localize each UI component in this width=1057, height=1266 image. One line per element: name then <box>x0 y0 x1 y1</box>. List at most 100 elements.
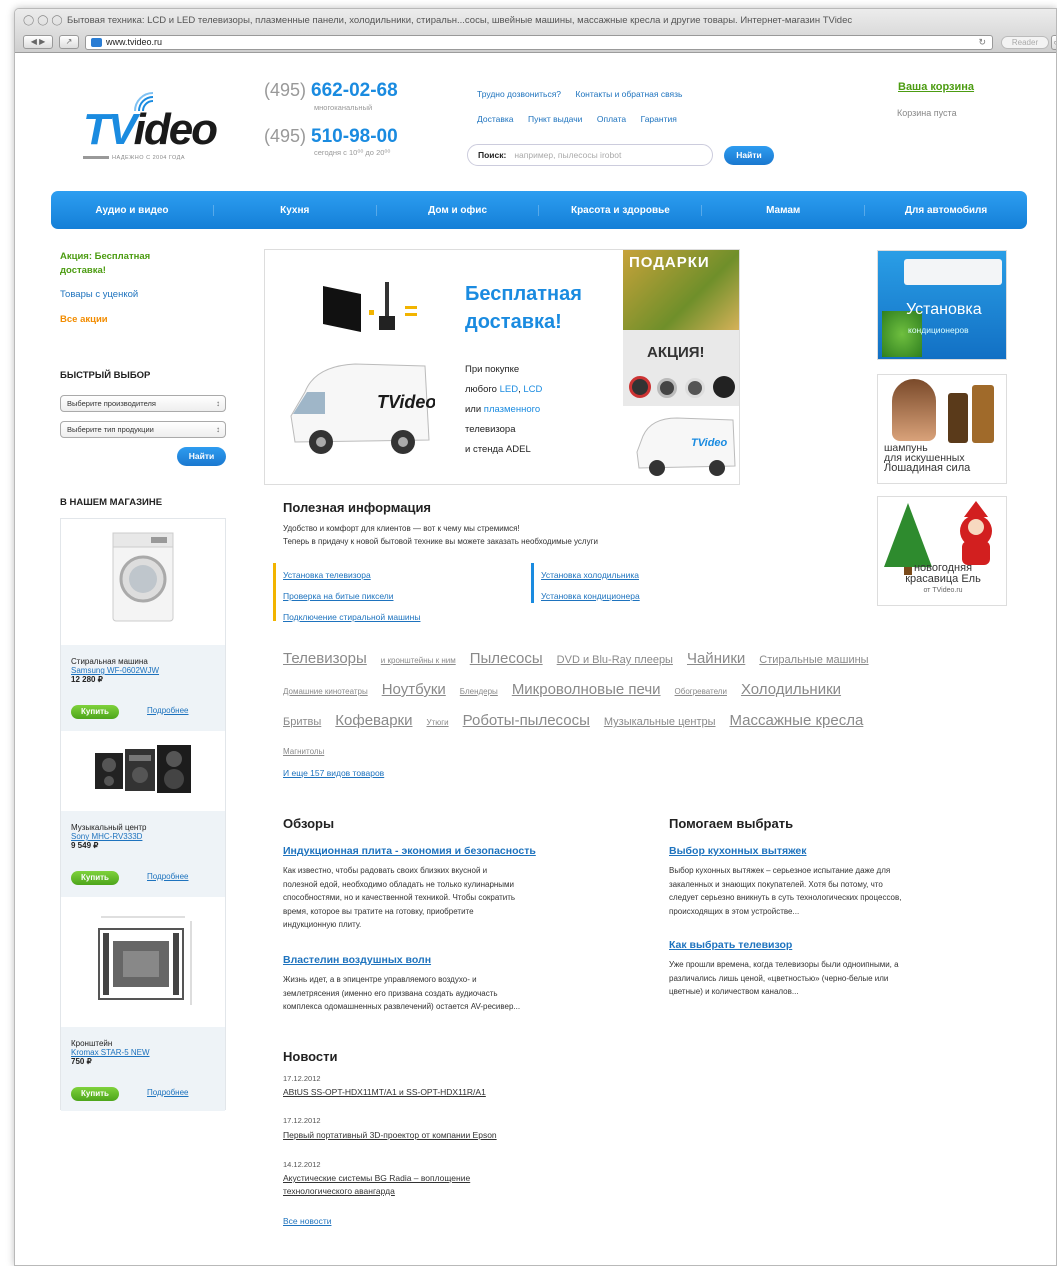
promo-free-delivery-link[interactable]: Акция: Бесплатная доставка! <box>60 250 180 278</box>
extra-toolbar-button[interactable]: ○ <box>1051 35 1056 50</box>
tag-link[interactable]: Массажные кресла <box>730 706 864 735</box>
news-link[interactable]: Первый портативный 3D-проектор от компан… <box>283 1129 497 1142</box>
tag-link[interactable]: Стиральные машины <box>759 646 868 675</box>
link-contacts[interactable]: Контакты и обратная связь <box>576 89 683 99</box>
details-link[interactable]: Подробнее <box>147 1088 189 1097</box>
details-link[interactable]: Подробнее <box>147 706 189 715</box>
shampoo-line: Лошадиная сила <box>884 462 971 474</box>
phone-2-number: 510-98-00 <box>311 126 398 147</box>
phone-1-code: (495) <box>264 80 307 100</box>
menu-item-kitchen[interactable]: Кухня <box>214 204 377 216</box>
address-bar[interactable]: www.tvideo.ru ↻ <box>85 35 993 50</box>
help-link-tv[interactable]: Как выбрать телевизор <box>669 939 792 951</box>
link-warranty[interactable]: Гарантия <box>641 114 677 124</box>
tag-link[interactable]: Бритвы <box>283 708 321 737</box>
review-link-induction[interactable]: Индукционная плита - экономия и безопасн… <box>283 845 536 857</box>
tag-link[interactable]: Магнитолы <box>283 737 324 766</box>
link-hard-to-call[interactable]: Трудно дозвониться? <box>477 89 561 99</box>
tag-link[interactable]: DVD и Blu-Ray плееры <box>557 646 673 675</box>
tag-link[interactable]: Домашние кинотеатры <box>283 677 368 706</box>
menu-item-auto[interactable]: Для автомобиля <box>865 205 1027 216</box>
shampoo-banner[interactable]: шампунь для искушенных Лошадиная сила <box>877 374 1007 484</box>
service-link-pixel-check[interactable]: Проверка на битые пиксели <box>283 591 394 601</box>
buy-button[interactable]: Купить <box>71 705 119 719</box>
new-year-tree-banner[interactable]: новогодняя красавица Ель от TVideo.ru <box>877 496 1007 606</box>
top-links-row-2: Доставка Пункт выдачи Оплата Гарантия <box>477 109 687 127</box>
tag-link[interactable]: Ноутбуки <box>382 675 446 704</box>
tag-link[interactable]: Блендеры <box>460 677 498 706</box>
service-link-fridge-install[interactable]: Установка холодильника <box>541 570 639 580</box>
quick-find-button[interactable]: Найти <box>177 447 226 466</box>
details-link[interactable]: Подробнее <box>147 872 189 881</box>
help-choose-title: Помогаем выбрать <box>669 816 794 831</box>
product-model-link[interactable]: Kromax STAR-5 NEW <box>71 1048 215 1057</box>
discount-goods-link[interactable]: Товары с уценкой <box>60 289 138 300</box>
service-link-washer-connect[interactable]: Подключение стиральной машины <box>283 612 420 622</box>
tag-link[interactable]: Музыкальные центры <box>604 708 716 737</box>
tag-link[interactable]: Чайники <box>687 644 745 673</box>
reader-button[interactable]: Reader <box>1001 36 1049 49</box>
link-pickup[interactable]: Пункт выдачи <box>528 114 582 124</box>
ac-install-banner[interactable]: Установка кондиционеров <box>877 250 1007 360</box>
help-link-hoods[interactable]: Выбор кухонных вытяжек <box>669 845 807 857</box>
search-button[interactable]: Найти <box>724 146 774 165</box>
product-card: Кронштейн Kromax STAR-5 NEW 750 ₽ Купить… <box>61 1027 225 1111</box>
useful-info-title: Полезная информация <box>283 500 432 515</box>
tag-link[interactable]: Телевизоры <box>283 644 367 673</box>
share-icon[interactable]: ↗ <box>59 35 79 49</box>
music-center-image[interactable] <box>61 731 225 811</box>
wall-bracket-image[interactable] <box>61 897 225 1027</box>
menu-item-audio-video[interactable]: Аудио и видео <box>51 204 214 216</box>
excerpt-line: индукционную плиту. <box>283 920 362 929</box>
category-tag-cloud: Телевизоры и кронштейны к ним Пылесосы DVD … <box>283 644 1003 766</box>
search-input[interactable]: например, пылесосы irobot <box>514 150 621 160</box>
all-promos-link[interactable]: Все акции <box>60 314 108 325</box>
window-title: Бытовая техника: LCD и LED телевизоры, п… <box>67 15 853 26</box>
page: TVideo НАДЕЖНО С 2004 ГОДА (495) 662-02-… <box>15 54 1056 1265</box>
site-logo[interactable]: TVideo НАДЕЖНО С 2004 ГОДА <box>81 89 221 161</box>
back-forward-buttons[interactable]: ◀ ▶ <box>23 35 53 49</box>
tag-link[interactable]: Микроволновые печи <box>512 675 661 704</box>
review-link-av-receiver[interactable]: Властелин воздушных волн <box>283 954 431 966</box>
excerpt-line: различались лишь ценой, «цветностью» (че… <box>669 973 889 983</box>
menu-item-home-office[interactable]: Дом и офис <box>377 204 540 216</box>
banner-desc-line: и стенда ADEL <box>465 444 531 455</box>
news-link[interactable]: ABtUS SS-OPT-HDX11MT/A1 и SS-OPT-HDX11R/… <box>283 1086 486 1099</box>
excerpt-line: землетрясения (именно его призвана созда… <box>283 988 498 998</box>
main-menu: Аудио и видео Кухня Дом и офис Красота и… <box>51 191 1027 229</box>
product-model-link[interactable]: Samsung WF-0602WJW <box>71 666 215 675</box>
all-news-link[interactable]: Все новости <box>283 1216 331 1226</box>
tag-link[interactable]: Кофеварки <box>335 706 412 735</box>
link-payment[interactable]: Оплата <box>597 114 626 124</box>
window-controls[interactable]: ◯◯◯ <box>23 15 66 26</box>
tag-link[interactable]: и кронштейны к ним <box>381 646 456 675</box>
tag-link[interactable]: Пылесосы <box>470 644 543 673</box>
washing-machine-image[interactable] <box>61 519 225 645</box>
reload-icon[interactable]: ↻ <box>978 36 986 49</box>
excerpt-line: способностями, но и качественной технико… <box>283 893 516 902</box>
product-type-select[interactable]: Выберите тип продукции <box>60 421 226 438</box>
news-date: 17.12.2012 <box>283 1116 321 1125</box>
tag-link[interactable]: Обогреватели <box>675 677 727 706</box>
news-link[interactable]: Акустические системы BG Radia – воплощен… <box>283 1172 470 1198</box>
reviews-title: Обзоры <box>283 816 335 831</box>
menu-item-beauty-health[interactable]: Красота и здоровье <box>539 204 703 216</box>
service-link-tv-install[interactable]: Установка телевизора <box>283 570 371 580</box>
news-link-line[interactable]: Акустические системы BG Radia – воплощен… <box>283 1172 470 1185</box>
search-box[interactable]: Поиск: например, пылесосы irobot <box>467 144 713 166</box>
service-link-ac-install[interactable]: Установка кондиционера <box>541 591 640 601</box>
buy-button[interactable]: Купить <box>71 1087 119 1101</box>
tag-link[interactable]: Холодильники <box>741 675 841 704</box>
tag-link[interactable]: Роботы-пылесосы <box>463 706 590 735</box>
buy-button[interactable]: Купить <box>71 871 119 885</box>
link-delivery[interactable]: Доставка <box>477 114 514 124</box>
menu-item-moms[interactable]: Мамам <box>702 204 866 216</box>
product-model-link[interactable]: Sony MHC-RV333D <box>71 832 215 841</box>
news-date: 14.12.2012 <box>283 1160 321 1169</box>
more-categories-link[interactable]: И еще 157 видов товаров <box>283 768 384 778</box>
promo-banner[interactable]: Бесплатная доставка! При покупке любого … <box>264 249 740 485</box>
news-link-line[interactable]: технологического авангарда <box>283 1185 470 1198</box>
cart-link[interactable]: Ваша корзина <box>898 81 974 93</box>
maker-select[interactable]: Выберите производителя <box>60 395 226 412</box>
tag-link[interactable]: Утюги <box>426 708 448 737</box>
